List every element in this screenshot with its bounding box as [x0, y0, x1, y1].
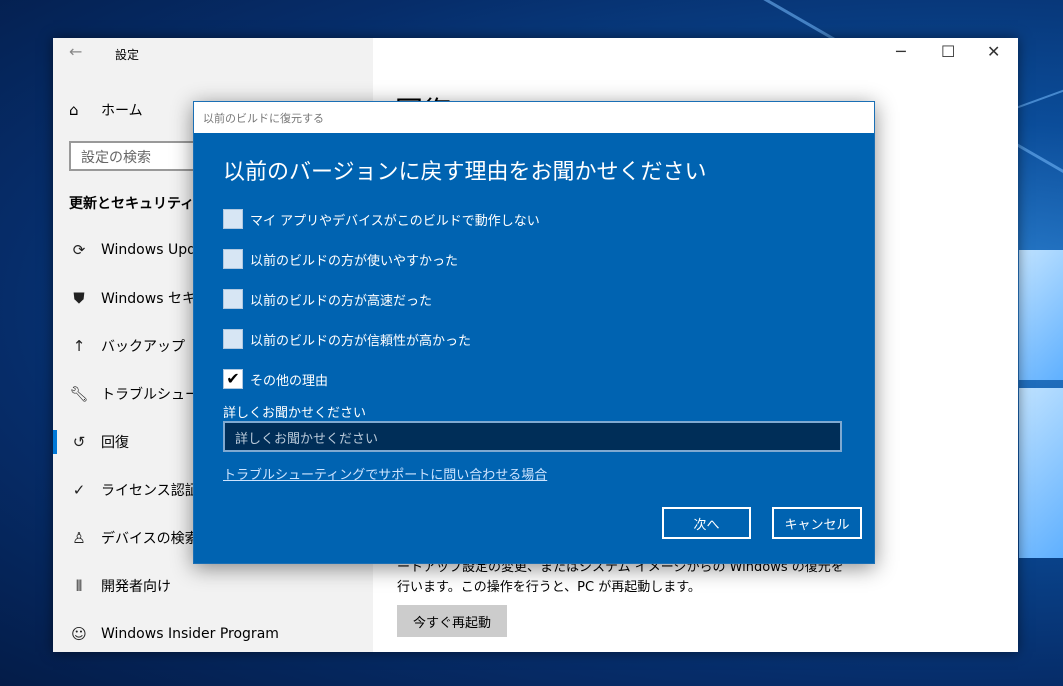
- dialog-heading: 以前のバージョンに戻す理由をお聞かせください: [223, 160, 707, 185]
- reason-options: マイ アプリやデバイスがこのビルドで動作しない 以前のビルドの方が使いやすかった…: [223, 199, 540, 399]
- option-label: 以前のビルドの方が使いやすかった: [250, 253, 459, 269]
- checkbox[interactable]: [223, 249, 243, 269]
- sidebar-item-label: 回復: [101, 435, 129, 451]
- option-label: 以前のビルドの方が高速だった: [250, 293, 433, 309]
- support-link[interactable]: トラブルシューティングでサポートに問い合わせる場合: [223, 464, 547, 483]
- sync-icon: ⟳: [72, 241, 86, 259]
- next-button[interactable]: 次へ: [662, 507, 751, 539]
- checkbox[interactable]: [223, 209, 243, 229]
- recovery-description: ートアップ設定の変更、またはシステム イメージからの Windows の復元を行…: [397, 560, 844, 595]
- checkbox-checked[interactable]: ✔: [223, 369, 243, 389]
- cancel-button[interactable]: キャンセル: [772, 507, 862, 539]
- dialog-title: 以前のビルドに復元する: [194, 102, 874, 133]
- reason-option-reliable[interactable]: 以前のビルドの方が信頼性が高かった: [223, 319, 540, 359]
- sidebar-item-label: バックアップ: [101, 339, 185, 355]
- reason-option-other[interactable]: ✔ その他の理由: [223, 359, 540, 399]
- developer-tools-icon: ⫴: [75, 577, 83, 595]
- sidebar-item-label: Windows Insider Program: [101, 626, 279, 642]
- reason-option-faster[interactable]: 以前のビルドの方が高速だった: [223, 279, 540, 319]
- checkbox[interactable]: [223, 289, 243, 309]
- detail-input[interactable]: 詳しくお聞かせください: [223, 421, 842, 452]
- close-button[interactable]: ✕: [987, 42, 1000, 61]
- sidebar-item-label: Windows セキ: [101, 291, 196, 307]
- history-icon: ↺: [72, 433, 86, 451]
- reason-option-easier[interactable]: 以前のビルドの方が使いやすかった: [223, 239, 540, 279]
- section-title: 更新とセキュリティ: [69, 196, 195, 212]
- checkbox[interactable]: [223, 329, 243, 349]
- sidebar-item-label: デバイスの検索: [101, 531, 199, 547]
- sidebar-item-developers[interactable]: ⫴ 開発者向け: [53, 562, 373, 610]
- back-arrow-icon[interactable]: ←: [69, 42, 82, 61]
- detail-label: 詳しくお聞かせください: [223, 406, 367, 421]
- minimize-button[interactable]: ─: [896, 42, 906, 61]
- rollback-dialog: 以前のビルドに復元する 以前のバージョンに戻す理由をお聞かせください マイ アプ…: [193, 101, 875, 564]
- insider-cat-icon: ☺: [71, 625, 87, 643]
- wrench-icon: 🔧︎: [69, 385, 89, 403]
- home-icon: ⌂: [69, 101, 79, 119]
- sidebar-item-label: 開発者向け: [101, 579, 171, 595]
- home-label: ホーム: [101, 103, 143, 119]
- option-label: 以前のビルドの方が信頼性が高かった: [250, 333, 472, 349]
- sidebar-item-label: ライセンス認証: [101, 483, 199, 499]
- option-label: その他の理由: [250, 373, 329, 389]
- restart-now-button[interactable]: 今すぐ再起動: [397, 605, 507, 637]
- sidebar-item-home[interactable]: ⌂ ホーム: [69, 100, 143, 120]
- person-location-icon: ♙: [72, 529, 86, 547]
- shield-icon: ⛊: [73, 289, 85, 307]
- check-circle-icon: ✓: [72, 481, 86, 499]
- reason-option-apps[interactable]: マイ アプリやデバイスがこのビルドで動作しない: [223, 199, 540, 239]
- checkmark-icon: ✔: [226, 369, 240, 388]
- maximize-button[interactable]: ☐: [941, 42, 955, 61]
- sidebar-item-insider[interactable]: ☺ Windows Insider Program: [53, 610, 373, 658]
- option-label: マイ アプリやデバイスがこのビルドで動作しない: [250, 213, 540, 229]
- window-title: 設定: [115, 48, 140, 62]
- sidebar-item-label: Windows Upd: [101, 242, 196, 258]
- backup-arrow-icon: ↑: [72, 337, 86, 355]
